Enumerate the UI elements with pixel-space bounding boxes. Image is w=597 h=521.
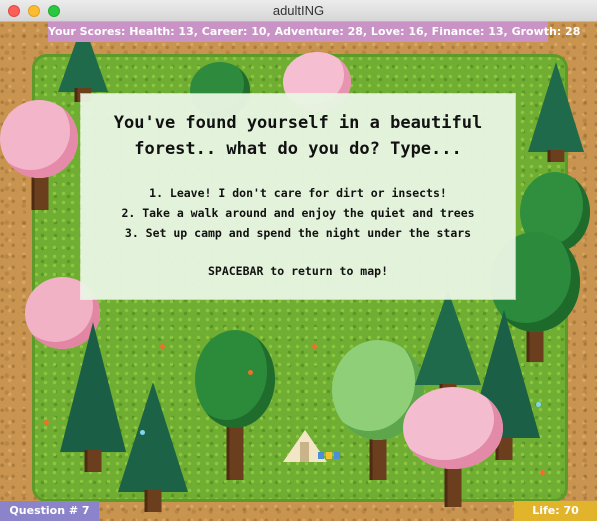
answer-options: 1. Leave! I don't care for dirt or insec…: [81, 183, 515, 243]
bunting-flag: [318, 452, 324, 459]
prompt-line-2: forest.. what do you do? Type...: [134, 139, 462, 159]
title-bar[interactable]: adultING: [0, 0, 597, 22]
question-prompt: You've found yourself in a beautiful for…: [81, 110, 515, 162]
pine-tree: [528, 62, 584, 162]
flower: [312, 344, 317, 349]
flower: [160, 344, 165, 349]
answer-option-3: 3. Set up camp and spend the night under…: [124, 226, 472, 240]
flower: [536, 402, 541, 407]
answer-option-1: 1. Leave! I don't care for dirt or insec…: [149, 186, 447, 200]
round-tree: [195, 330, 275, 480]
bunting-flag: [326, 452, 332, 459]
answer-option-2: 2. Take a walk around and enjoy the quie…: [121, 206, 475, 220]
question-number-badge: Question # 7: [0, 501, 99, 521]
bunting-flag: [334, 452, 340, 459]
life-badge: Life: 70: [514, 501, 597, 521]
flower: [140, 430, 145, 435]
cherry-blossom-tree: [0, 100, 80, 210]
prompt-line-1: You've found yourself in a beautiful: [113, 113, 483, 133]
tent-door: [300, 442, 309, 462]
cherry-blossom-tree: [403, 387, 503, 507]
return-hint: SPACEBAR to return to map!: [207, 264, 388, 278]
flower: [540, 470, 545, 475]
flower: [248, 370, 253, 375]
pine-tree: [60, 322, 126, 472]
game-window: adultING Your Scores: Health: 13, Career…: [0, 0, 597, 521]
score-bar: Your Scores: Health: 13, Career: 10, Adv…: [48, 22, 580, 42]
pine-tree: [118, 382, 188, 512]
window-title: adultING: [272, 3, 325, 18]
question-dialog: You've found yourself in a beautiful for…: [81, 94, 515, 299]
flower: [44, 420, 49, 425]
